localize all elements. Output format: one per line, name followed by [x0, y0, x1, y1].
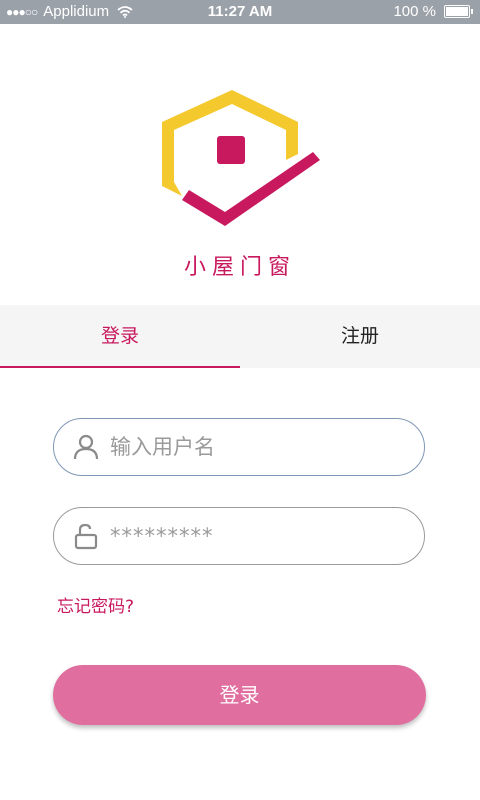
status-right: 100 % [393, 3, 473, 20]
tab-login[interactable]: 登录 [0, 305, 240, 368]
username-field[interactable] [53, 418, 425, 476]
battery-icon [444, 5, 473, 18]
auth-tabs: 登录 注册 [0, 305, 480, 368]
active-tab-indicator [0, 366, 240, 368]
user-icon [73, 434, 99, 460]
status-bar: ●●●○○ Applidium 11:27 AM 100 % [0, 0, 480, 24]
login-button[interactable]: 登录 [53, 665, 426, 725]
unlock-icon [74, 523, 98, 550]
password-input[interactable] [110, 514, 410, 558]
forgot-password-link[interactable]: 忘记密码? [57, 592, 134, 617]
tab-register[interactable]: 注册 [240, 305, 480, 368]
battery-percent: 100 % [393, 3, 436, 20]
house-check-logo [162, 90, 320, 226]
username-input[interactable] [110, 425, 410, 469]
password-field[interactable] [53, 507, 425, 565]
brand-name: 小屋门窗 [183, 255, 296, 280]
